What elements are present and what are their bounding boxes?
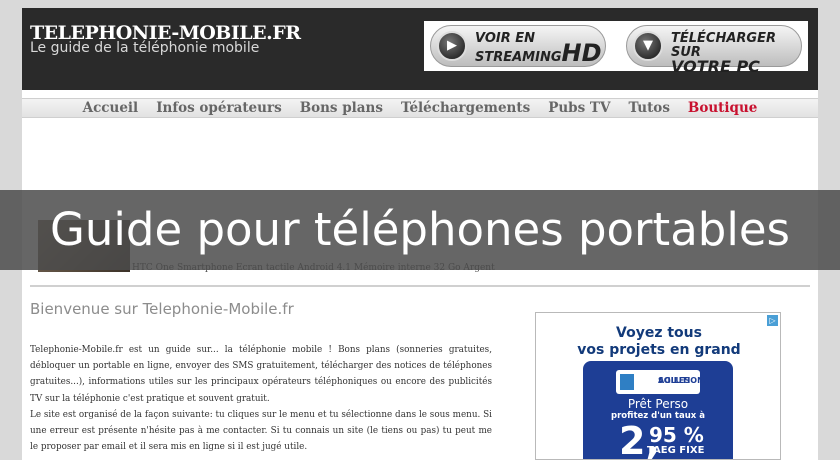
streaming-hd-button[interactable]: ▶ VOIR EN STREAMINGHD (430, 25, 606, 67)
intro-paragraph-2: Le site est organisé de la façon suivant… (30, 409, 492, 453)
site-subtitle: Le guide de la téléphonie mobile (30, 40, 260, 56)
intro-text: Telephonie-Mobile.fr est un guide sur...… (30, 342, 492, 455)
ad-card: SOLUTIONS AGILES Prêt Perso profitez d'un… (583, 361, 733, 459)
nav-accueil[interactable]: Accueil (74, 99, 148, 118)
nav-telechargements[interactable]: Téléchargements (392, 99, 539, 118)
logo-mark-icon (620, 374, 634, 390)
download-arrow-icon: ▼ (633, 31, 663, 61)
download-pc-button[interactable]: ▼ TÉLÉCHARGER SUR VOTRE PC (626, 25, 802, 75)
intro-paragraph-1: Telephonie-Mobile.fr est un guide sur...… (30, 345, 492, 404)
ad-logo: SOLUTIONS AGILES (616, 370, 710, 394)
welcome-heading: Bienvenue sur Telephonie-Mobile.fr (30, 300, 294, 318)
ad-product: Prêt Perso (627, 397, 689, 411)
nav-boutique[interactable]: Boutique (679, 99, 766, 118)
site-header: TELEPHONIE-MOBILE.FR Le guide de la télé… (22, 8, 818, 90)
ad-taeg: TAEG FIXE (647, 445, 705, 456)
nav-infos-operateurs[interactable]: Infos opérateurs (147, 99, 291, 118)
download-label: TÉLÉCHARGER SUR VOTRE PC (671, 31, 776, 76)
main-nav: Accueil Infos opérateurs Bons plans Télé… (22, 98, 818, 118)
divider (30, 285, 810, 287)
overlay-title: Guide pour téléphones portables (50, 203, 790, 256)
nav-pubs-tv[interactable]: Pubs TV (539, 99, 619, 118)
streaming-label: VOIR EN STREAMINGHD (475, 31, 602, 67)
ad-logo-text: SOLUTIONS AGILES (658, 376, 710, 385)
header-banner-ad[interactable]: ▶ VOIR EN STREAMINGHD ▼ TÉLÉCHARGER SUR … (424, 21, 808, 75)
title-overlay: Guide pour téléphones portables (0, 190, 840, 270)
ad-headline: Voyez tous vos projets en grand (577, 325, 741, 358)
sidebar-ad[interactable]: ▷ Voyez tous vos projets en grand SOLUTI… (535, 312, 781, 460)
play-icon: ▶ (437, 31, 467, 61)
nav-bons-plans[interactable]: Bons plans (291, 99, 392, 118)
ad-rate-decimal: 95 % (649, 423, 704, 447)
nav-tutos[interactable]: Tutos (619, 99, 678, 118)
